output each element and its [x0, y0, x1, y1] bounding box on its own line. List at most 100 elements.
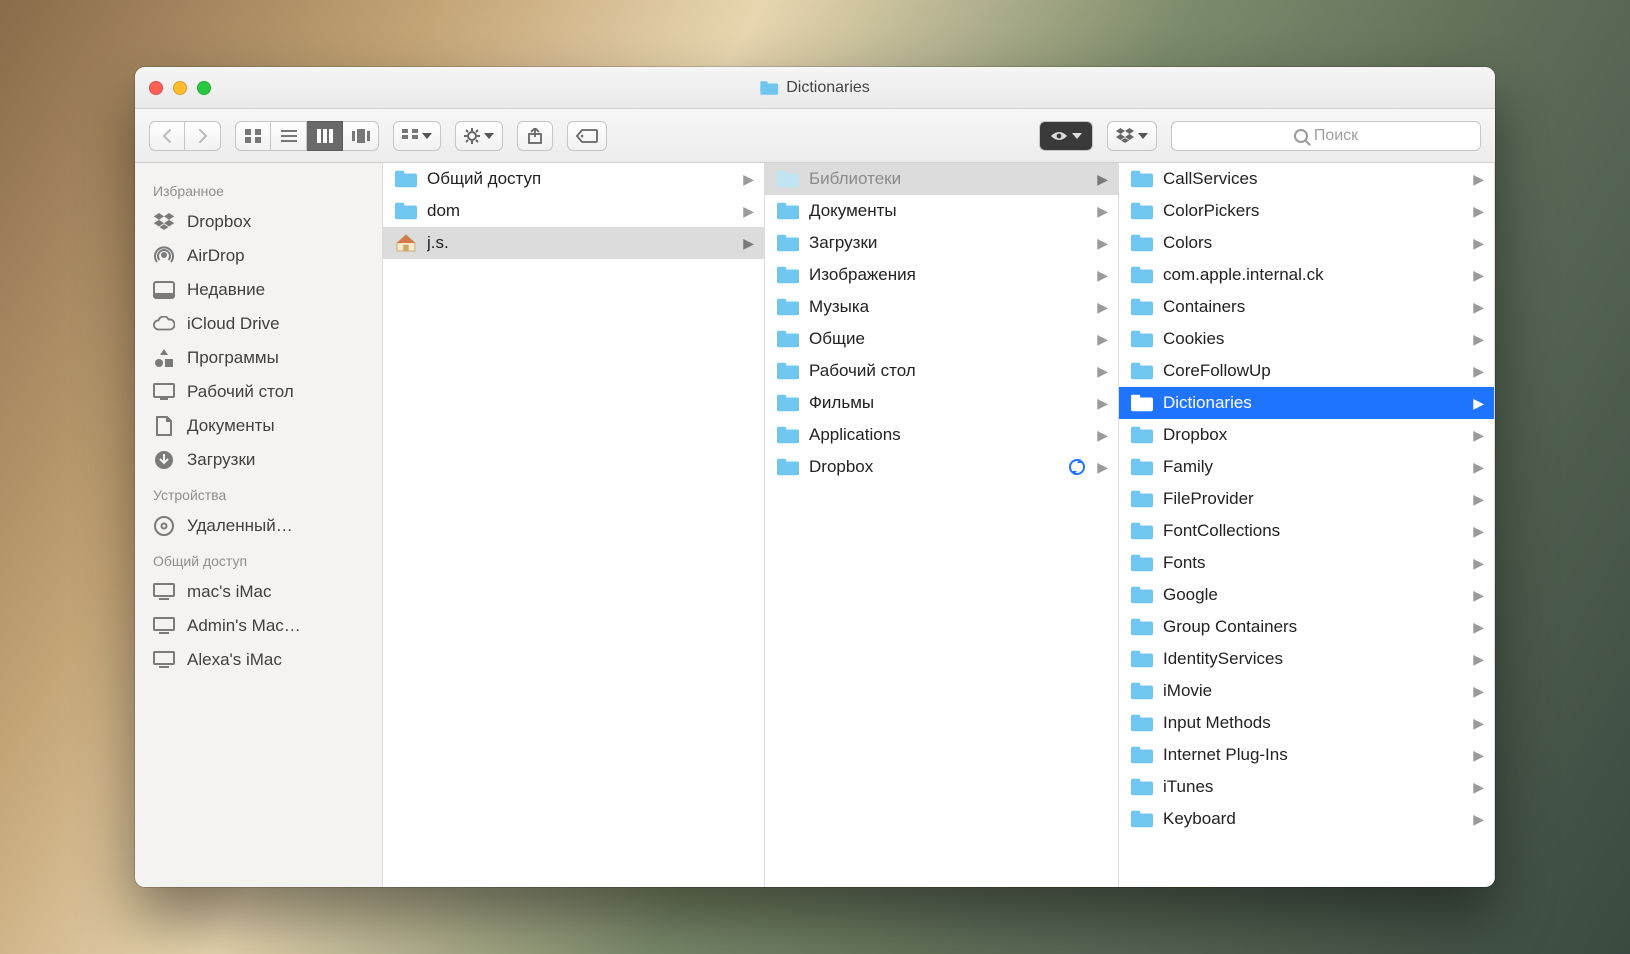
- folder-icon: [777, 266, 799, 284]
- back-button[interactable]: [149, 121, 185, 151]
- sidebar-item[interactable]: iCloud Drive: [135, 307, 382, 341]
- list-item[interactable]: Общие▶: [765, 323, 1118, 355]
- list-icon: [281, 129, 297, 143]
- sidebar-item[interactable]: mac's iMac: [135, 575, 382, 609]
- sidebar-item-label: Программы: [187, 348, 279, 368]
- folder-icon: [777, 298, 799, 316]
- list-item[interactable]: Cookies▶: [1119, 323, 1494, 355]
- view-icons-button[interactable]: [235, 121, 271, 151]
- folder-icon: [1131, 554, 1153, 572]
- list-item[interactable]: Музыка▶: [765, 291, 1118, 323]
- list-item[interactable]: dom▶: [383, 195, 764, 227]
- folder-icon: [1131, 362, 1153, 380]
- list-item[interactable]: iMovie▶: [1119, 675, 1494, 707]
- list-item[interactable]: com.apple.internal.ck▶: [1119, 259, 1494, 291]
- column-2[interactable]: Библиотеки▶Документы▶Загрузки▶Изображени…: [765, 163, 1119, 887]
- chevron-right-icon: ▶: [1473, 491, 1484, 508]
- chevron-right-icon: ▶: [1473, 587, 1484, 604]
- folder-icon: [777, 170, 799, 188]
- dropbox-menu-button[interactable]: [1107, 121, 1157, 151]
- list-item[interactable]: CallServices▶: [1119, 163, 1494, 195]
- grid-icon: [245, 129, 261, 143]
- sidebar-item[interactable]: Admin's Mac…: [135, 609, 382, 643]
- item-label: Фильмы: [809, 393, 1087, 413]
- list-item[interactable]: Рабочий стол▶: [765, 355, 1118, 387]
- list-item[interactable]: Internet Plug-Ins▶: [1119, 739, 1494, 771]
- sidebar-item[interactable]: Документы: [135, 409, 382, 443]
- sidebar-item[interactable]: Загрузки: [135, 443, 382, 477]
- forward-button[interactable]: [185, 121, 221, 151]
- view-gallery-button[interactable]: [343, 121, 379, 151]
- titlebar[interactable]: Dictionaries: [135, 67, 1495, 109]
- item-label: Dictionaries: [1163, 393, 1463, 413]
- column-1[interactable]: Общий доступ▶dom▶j.s.▶: [383, 163, 765, 887]
- sidebar-item[interactable]: Удаленный…: [135, 509, 382, 543]
- list-item[interactable]: iTunes▶: [1119, 771, 1494, 803]
- sidebar-item-label: Загрузки: [187, 450, 255, 470]
- item-label: Applications: [809, 425, 1087, 445]
- list-item[interactable]: FontCollections▶: [1119, 515, 1494, 547]
- item-label: IdentityServices: [1163, 649, 1463, 669]
- list-item[interactable]: IdentityServices▶: [1119, 643, 1494, 675]
- item-label: Google: [1163, 585, 1463, 605]
- view-mode-group: [235, 121, 379, 151]
- list-item[interactable]: Dropbox▶: [1119, 419, 1494, 451]
- fullscreen-window-button[interactable]: [197, 81, 211, 95]
- column-3[interactable]: CallServices▶ColorPickers▶Colors▶com.app…: [1119, 163, 1495, 887]
- tags-button[interactable]: [567, 121, 607, 151]
- list-item[interactable]: Containers▶: [1119, 291, 1494, 323]
- list-item[interactable]: Group Containers▶: [1119, 611, 1494, 643]
- window-title-text: Dictionaries: [786, 79, 870, 97]
- close-window-button[interactable]: [149, 81, 163, 95]
- list-item[interactable]: FileProvider▶: [1119, 483, 1494, 515]
- sidebar-item-label: Admin's Mac…: [187, 616, 301, 636]
- list-item[interactable]: Keyboard▶: [1119, 803, 1494, 835]
- view-columns-button[interactable]: [307, 121, 343, 151]
- item-label: Dropbox: [1163, 425, 1463, 445]
- item-label: Colors: [1163, 233, 1463, 253]
- item-label: Общий доступ: [427, 169, 733, 189]
- sidebar-item[interactable]: Программы: [135, 341, 382, 375]
- list-item[interactable]: Google ▶: [1119, 579, 1494, 611]
- list-item[interactable]: j.s.▶: [383, 227, 764, 259]
- sidebar-item-label: Удаленный…: [187, 516, 293, 536]
- list-item[interactable]: Документы▶: [765, 195, 1118, 227]
- list-item[interactable]: CoreFollowUp▶: [1119, 355, 1494, 387]
- list-item[interactable]: Библиотеки▶: [765, 163, 1118, 195]
- sidebar-item[interactable]: Dropbox: [135, 205, 382, 239]
- list-item[interactable]: Изображения▶: [765, 259, 1118, 291]
- sidebar-item[interactable]: Alexa's iMac: [135, 643, 382, 677]
- list-item[interactable]: Загрузки▶: [765, 227, 1118, 259]
- sidebar-section-header: Общий доступ: [135, 543, 382, 575]
- item-label: dom: [427, 201, 733, 221]
- list-item[interactable]: Fonts▶: [1119, 547, 1494, 579]
- share-button[interactable]: [517, 121, 553, 151]
- sidebar-item[interactable]: AirDrop: [135, 239, 382, 273]
- sidebar-section-header: Избранное: [135, 173, 382, 205]
- chevron-right-icon: ▶: [1473, 171, 1484, 188]
- gallery-icon: [352, 129, 370, 143]
- chevron-right-icon: ▶: [1473, 555, 1484, 572]
- list-item[interactable]: Applications▶: [765, 419, 1118, 451]
- view-list-button[interactable]: [271, 121, 307, 151]
- sidebar-item[interactable]: Недавние: [135, 273, 382, 307]
- list-item[interactable]: Input Methods▶: [1119, 707, 1494, 739]
- action-menu-button[interactable]: [455, 121, 503, 151]
- minimize-window-button[interactable]: [173, 81, 187, 95]
- folder-icon: [777, 202, 799, 220]
- list-item[interactable]: Dictionaries▶: [1119, 387, 1494, 419]
- quicklook-button[interactable]: [1039, 121, 1093, 151]
- folder-icon: [1131, 426, 1153, 444]
- search-field[interactable]: Поиск: [1171, 121, 1481, 151]
- list-item[interactable]: Family▶: [1119, 451, 1494, 483]
- sidebar-item-label: Dropbox: [187, 212, 251, 232]
- sidebar-item[interactable]: Рабочий стол: [135, 375, 382, 409]
- list-item[interactable]: Dropbox▶: [765, 451, 1118, 483]
- list-item[interactable]: Фильмы▶: [765, 387, 1118, 419]
- chevron-down-icon: [422, 133, 432, 139]
- list-item[interactable]: Общий доступ▶: [383, 163, 764, 195]
- group-by-button[interactable]: [393, 121, 441, 151]
- finder-window: Dictionaries: [135, 67, 1495, 887]
- list-item[interactable]: Colors▶: [1119, 227, 1494, 259]
- list-item[interactable]: ColorPickers▶: [1119, 195, 1494, 227]
